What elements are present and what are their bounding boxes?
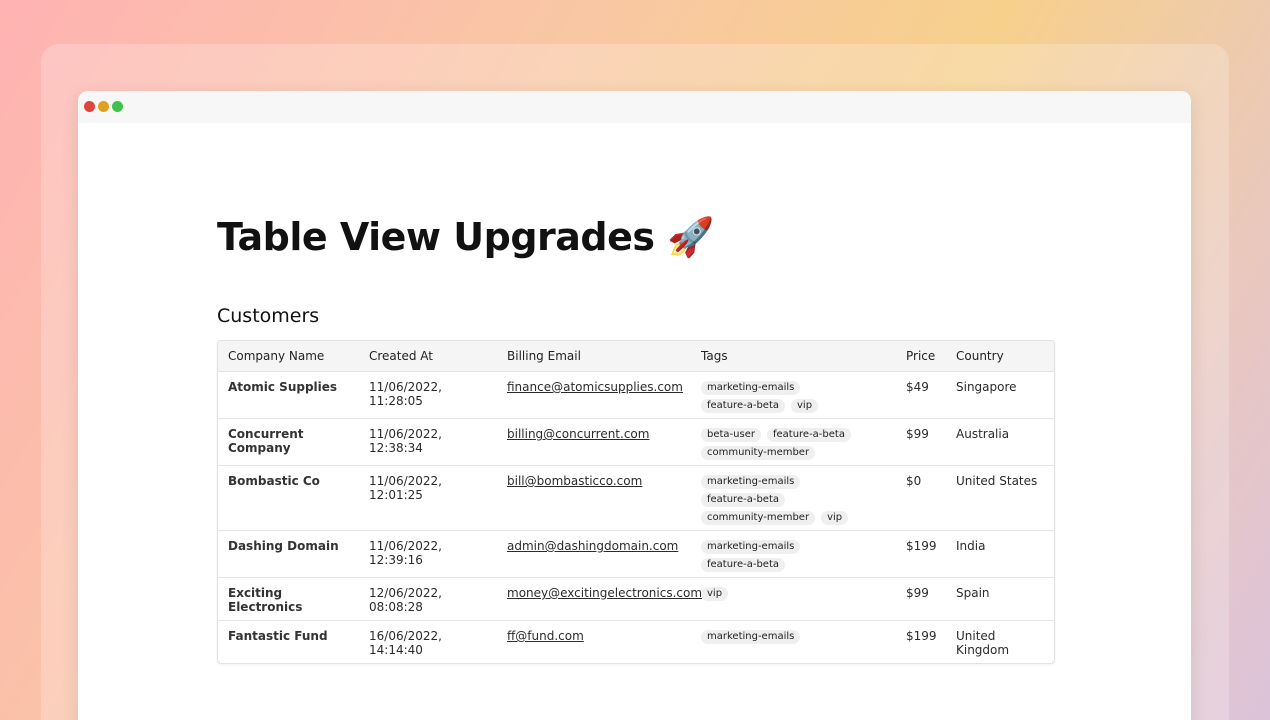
close-window-button[interactable] bbox=[84, 101, 95, 112]
country-cell: Australia bbox=[946, 418, 1054, 466]
billing-email-cell: billing@concurrent.com bbox=[497, 418, 691, 466]
tag-badge: marketing-emails bbox=[701, 381, 801, 395]
window-titlebar bbox=[78, 91, 1191, 123]
company-name-cell: Exciting Electronics bbox=[218, 577, 359, 621]
section-title-customers: Customers bbox=[217, 305, 320, 327]
app-window: Table View Upgrades 🚀 Customers Company … bbox=[78, 91, 1191, 720]
tag-badge: community-member bbox=[701, 511, 816, 525]
tag-badge: vip bbox=[701, 587, 729, 601]
created-at-cell: 11/06/2022, 12:39:16 bbox=[359, 530, 497, 578]
billing-email-link[interactable]: money@excitingelectronics.com bbox=[507, 586, 702, 600]
country-cell: United States bbox=[946, 465, 1054, 531]
tag-badge: feature-a-beta bbox=[701, 399, 785, 413]
tags-cell: vip bbox=[691, 577, 896, 621]
table-header-row: Company Name Created At Billing Email Ta… bbox=[218, 341, 1054, 372]
tags-cell: marketing-emails feature-a-beta vip bbox=[691, 371, 896, 419]
created-at-cell: 16/06/2022, 14:14:40 bbox=[369, 629, 442, 657]
tag-badge: feature-a-beta bbox=[766, 428, 851, 442]
tags-cell: marketing-emails bbox=[691, 621, 896, 664]
column-header-company-name[interactable]: Company Name bbox=[218, 341, 359, 372]
maximize-window-button[interactable] bbox=[112, 101, 123, 112]
table-row[interactable]: Bombastic Co 11/06/2022, 12:01:25 bill@b… bbox=[218, 465, 1054, 531]
column-header-tags[interactable]: Tags bbox=[691, 341, 896, 372]
country-cell: Singapore bbox=[946, 371, 1054, 419]
price-cell: $99 bbox=[896, 577, 946, 621]
billing-email-cell: money@excitingelectronics.com bbox=[497, 577, 702, 621]
table-row[interactable]: Dashing Domain 11/06/2022, 12:39:16 admi… bbox=[218, 530, 1054, 578]
tag-badge: community-member bbox=[701, 446, 816, 460]
column-header-created-at[interactable]: Created At bbox=[359, 341, 497, 372]
company-name-cell: Bombastic Co bbox=[218, 465, 359, 531]
minimize-window-button[interactable] bbox=[98, 101, 109, 112]
tag-badge: beta-user bbox=[701, 428, 761, 442]
company-name-cell: Atomic Supplies bbox=[218, 371, 359, 419]
price-cell: $199 bbox=[896, 530, 946, 578]
tags-cell: marketing-emails feature-a-beta community-… bbox=[691, 465, 896, 531]
created-at-cell: 12/06/2022, 08:08:28 bbox=[359, 577, 497, 621]
table-row[interactable]: Atomic Supplies 11/06/2022, 11:28:05 fin… bbox=[218, 371, 1054, 419]
billing-email-link[interactable]: bill@bombasticco.com bbox=[507, 474, 642, 488]
table-row[interactable]: Concurrent Company 11/06/2022, 12:38:34 … bbox=[218, 418, 1054, 466]
created-at-cell: 11/06/2022, 12:01:25 bbox=[359, 465, 497, 531]
tag-badge: feature-a-beta bbox=[701, 493, 785, 507]
column-header-price[interactable]: Price bbox=[896, 341, 946, 372]
company-name-cell: Fantastic Fund bbox=[228, 629, 328, 643]
tag-badge: vip bbox=[821, 511, 849, 525]
billing-email-link[interactable]: billing@concurrent.com bbox=[507, 427, 649, 441]
billing-email-cell: bill@bombasticco.com bbox=[497, 465, 691, 531]
company-name-cell: Concurrent Company bbox=[218, 418, 359, 466]
country-cell: Spain bbox=[946, 577, 1054, 621]
created-at-cell: 11/06/2022, 12:38:34 bbox=[359, 418, 497, 466]
price-cell: $0 bbox=[896, 465, 946, 531]
tag-badge: marketing-emails bbox=[701, 475, 801, 489]
billing-email-link[interactable]: finance@atomicsupplies.com bbox=[507, 380, 683, 394]
billing-email-cell: finance@atomicsupplies.com bbox=[497, 371, 691, 419]
created-at-cell: 11/06/2022, 11:28:05 bbox=[359, 371, 497, 419]
billing-email-cell: ff@fund.com bbox=[497, 621, 691, 664]
column-header-country[interactable]: Country bbox=[946, 341, 1054, 372]
table-row[interactable]: Exciting Electronics 12/06/2022, 08:08:2… bbox=[218, 577, 1054, 621]
tag-badge: vip bbox=[791, 399, 819, 413]
price-cell: $199 bbox=[906, 629, 937, 643]
table-row[interactable]: Fantastic Fund 16/06/2022, 14:14:40 ff@f… bbox=[218, 621, 1054, 664]
billing-email-link[interactable]: ff@fund.com bbox=[507, 629, 584, 643]
country-cell: India bbox=[946, 530, 1054, 578]
tags-cell: marketing-emails feature-a-beta bbox=[691, 530, 896, 578]
page-title: Table View Upgrades 🚀 bbox=[217, 215, 715, 259]
customers-table: Company Name Created At Billing Email Ta… bbox=[217, 340, 1055, 664]
tag-badge: marketing-emails bbox=[701, 540, 801, 554]
country-cell: United Kingdom bbox=[956, 629, 1010, 657]
column-header-billing-email[interactable]: Billing Email bbox=[497, 341, 691, 372]
billing-email-cell: admin@dashingdomain.com bbox=[497, 530, 691, 578]
price-cell: $49 bbox=[896, 371, 946, 419]
billing-email-link[interactable]: admin@dashingdomain.com bbox=[507, 539, 678, 553]
tag-badge: feature-a-beta bbox=[701, 558, 785, 572]
tags-cell: beta-user feature-a-beta community-member bbox=[691, 418, 896, 466]
company-name-cell: Dashing Domain bbox=[218, 530, 359, 578]
tag-badge: marketing-emails bbox=[701, 630, 801, 644]
price-cell: $99 bbox=[896, 418, 946, 466]
